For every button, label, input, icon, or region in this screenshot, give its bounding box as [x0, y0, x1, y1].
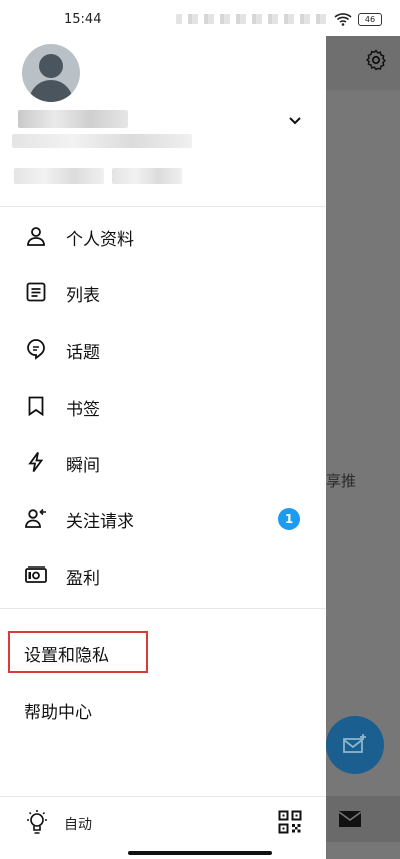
menu-item-label: 书签	[66, 400, 100, 420]
avatar-body	[29, 80, 73, 102]
menu-item-monetization[interactable]: 盈利	[24, 559, 314, 591]
lightning-icon	[28, 451, 44, 473]
menu-item-label: 列表	[66, 286, 100, 306]
menu-item-label: 关注请求	[66, 512, 134, 532]
person-icon	[27, 227, 45, 246]
menu-item-follow-requests[interactable]: 关注请求 1	[24, 502, 314, 534]
redacted-username	[12, 134, 192, 148]
redacted-display-name	[18, 110, 128, 128]
compose-message-button	[326, 716, 384, 774]
menu-item-lists[interactable]: 列表	[24, 276, 314, 308]
menu-item-topics[interactable]: 话题	[24, 333, 314, 365]
divider	[0, 206, 326, 207]
redacted-followers-count[interactable]	[112, 168, 182, 184]
redacted-following-count[interactable]	[14, 168, 104, 184]
qr-code-icon[interactable]	[278, 810, 302, 834]
divider	[0, 608, 326, 609]
compose-mail-icon	[343, 734, 366, 753]
menu-item-label: 盈利	[66, 569, 100, 589]
background-partial-text: 享推	[326, 472, 357, 490]
wifi-icon	[334, 13, 352, 26]
menu-item-label: 瞬间	[66, 456, 100, 476]
notification-badge: 1	[278, 508, 300, 530]
battery-icon: 46	[358, 13, 382, 26]
menu-item-label: 个人资料	[66, 230, 134, 250]
chevron-down-icon[interactable]	[286, 114, 304, 128]
menu-item-moments[interactable]: 瞬间	[24, 446, 314, 478]
redacted-status-icons	[176, 14, 326, 24]
drawer-footer: 自动	[0, 796, 326, 856]
mail-icon	[338, 811, 362, 827]
navigation-drawer: 个人资料 列表 话题 书签 瞬间 关注请求 1 盈利 设置和隐私 帮助中心 自动	[0, 0, 326, 859]
menu-item-profile[interactable]: 个人资料	[24, 220, 314, 252]
menu-item-bookmarks[interactable]: 书签	[24, 390, 314, 422]
status-time: 15:44	[64, 12, 102, 27]
help-center-link[interactable]: 帮助中心	[24, 698, 92, 723]
home-indicator[interactable]	[128, 851, 272, 855]
theme-mode-label[interactable]: 自动	[64, 814, 92, 834]
gear-icon	[365, 49, 386, 71]
avatar[interactable]	[22, 44, 80, 102]
money-icon	[25, 566, 47, 583]
follow-request-icon	[25, 508, 46, 528]
avatar-head	[39, 54, 63, 78]
topic-icon	[27, 339, 45, 360]
lightbulb-icon[interactable]	[24, 808, 50, 838]
menu-item-label: 话题	[66, 343, 100, 363]
settings-and-privacy-link[interactable]: 设置和隐私	[24, 641, 109, 666]
list-icon	[26, 282, 46, 302]
status-bar: 15:44 46	[0, 0, 400, 36]
background-top-bar	[326, 36, 400, 90]
bookmark-icon	[28, 396, 44, 417]
